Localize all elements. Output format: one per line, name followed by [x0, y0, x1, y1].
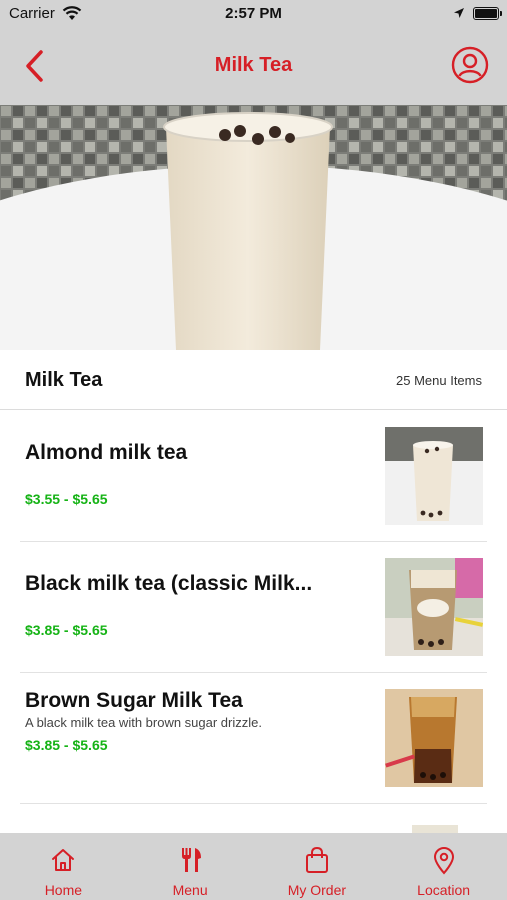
profile-button[interactable] [451, 46, 489, 84]
tab-menu-label: Menu [172, 882, 208, 898]
tab-menu[interactable]: Menu [127, 833, 254, 900]
map-pin-icon [433, 847, 454, 875]
item-price: $3.85 - $5.65 [25, 622, 108, 638]
page-title: Milk Tea [214, 54, 293, 76]
status-bar: Carrier 2:57 PM [0, 0, 507, 28]
user-circle-icon [451, 46, 489, 84]
item-thumbnail [385, 558, 483, 656]
clock: 2:57 PM [225, 5, 282, 22]
item-name: Brown Sugar Milk Tea [25, 689, 243, 712]
shopping-bag-icon [305, 846, 328, 873]
menu-list: Almond milk tea $3.55 - $5.65 Black milk… [0, 411, 507, 804]
category-header: Milk Tea 25 Menu Items [0, 350, 507, 410]
tab-home[interactable]: Home [0, 833, 127, 900]
category-hero-image [0, 105, 507, 350]
fork-knife-icon [182, 848, 202, 872]
item-description: A black milk tea with brown sugar drizzl… [25, 715, 262, 730]
tab-location-label: Location [417, 882, 471, 898]
tab-my-order[interactable]: My Order [254, 833, 381, 900]
item-name: Almond milk tea [25, 441, 188, 464]
item-price: $3.55 - $5.65 [25, 491, 108, 507]
tab-location[interactable]: Location [380, 833, 507, 900]
location-arrow-icon [453, 6, 465, 23]
battery-icon [473, 7, 502, 20]
menu-item[interactable]: Almond milk tea $3.55 - $5.65 [20, 411, 487, 542]
item-name: Black milk tea (classic Milk... [25, 572, 313, 595]
tab-home-label: Home [44, 882, 83, 898]
menu-item-count: 25 Menu Items [396, 373, 482, 388]
item-thumbnail [385, 689, 483, 787]
tab-my-order-label: My Order [287, 882, 347, 898]
menu-item[interactable]: Black milk tea (classic Milk... $3.85 - … [20, 542, 487, 673]
home-icon [52, 849, 75, 871]
item-thumbnail [385, 427, 483, 525]
nav-bar: Milk Tea [0, 28, 507, 105]
tab-bar: Home Menu My Order Location [0, 833, 507, 900]
item-price: $3.85 - $5.65 [25, 737, 108, 753]
menu-item[interactable]: Brown Sugar Milk Tea A black milk tea wi… [20, 673, 487, 804]
category-name: Milk Tea [25, 369, 103, 391]
